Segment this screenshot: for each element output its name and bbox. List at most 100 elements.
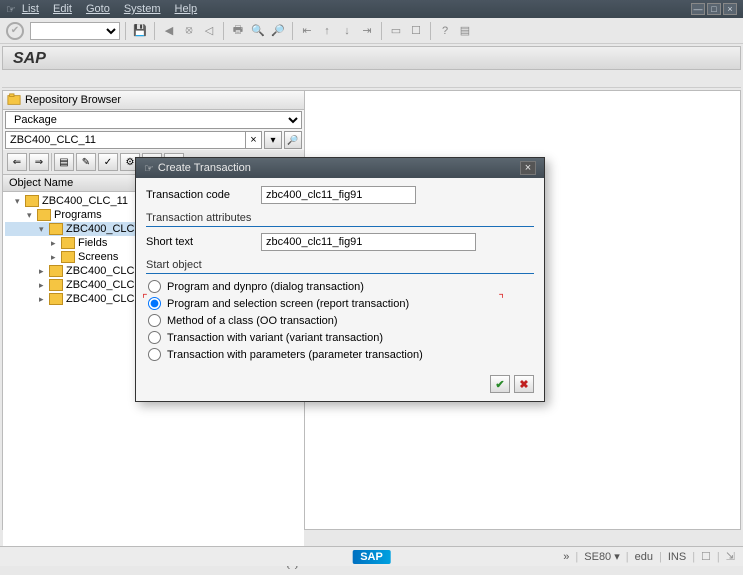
shortcut-icon[interactable]: ☐	[407, 22, 425, 40]
expand-icon[interactable]: ▸	[51, 252, 61, 263]
radio-label: Program and selection screen (report tra…	[167, 298, 409, 310]
repo-browser-header: Repository Browser	[3, 91, 304, 110]
repo-icon	[7, 93, 21, 107]
folder-icon	[61, 251, 75, 263]
tree-node-label: ZBC400_CLC	[66, 279, 134, 291]
start-object-option[interactable]: Program and selection screen (report tra…	[146, 295, 534, 312]
folder-icon	[49, 293, 63, 305]
radio-input[interactable]	[148, 331, 161, 344]
dialog-ok-button[interactable]: ✔	[490, 375, 510, 393]
last-page-icon[interactable]: ⇥	[358, 22, 376, 40]
radio-input[interactable]	[148, 314, 161, 327]
folder-icon	[49, 223, 63, 235]
dialog-title-bar[interactable]: ☞ Create Transaction ×	[136, 158, 544, 178]
tree-node-label: ZBC400_CLC	[66, 223, 134, 235]
radio-input[interactable]	[148, 348, 161, 361]
radio-input[interactable]	[148, 280, 161, 293]
start-object-section: Start object	[146, 259, 534, 274]
save-icon[interactable]: 💾	[131, 22, 149, 40]
command-field[interactable]	[30, 22, 120, 40]
maximize-button[interactable]: □	[707, 3, 721, 15]
status-icon-1[interactable]: ☐	[701, 550, 711, 563]
find-icon[interactable]: 🔍	[249, 22, 267, 40]
sap-logo: SAP	[352, 550, 391, 564]
nav-back-button[interactable]: ⇐	[7, 153, 27, 171]
tree-node-label: Programs	[54, 209, 102, 221]
collapse-icon[interactable]: ▾	[15, 196, 25, 207]
menu-goto[interactable]: Goto	[86, 3, 110, 15]
first-page-icon[interactable]: ⇤	[298, 22, 316, 40]
expand-icon[interactable]: ▸	[39, 280, 49, 291]
find-next-icon[interactable]: 🔎	[269, 22, 287, 40]
enter-button[interactable]: ✔	[6, 22, 24, 40]
folder-icon	[25, 195, 39, 207]
radio-label: Program and dynpro (dialog transaction)	[167, 281, 364, 293]
tree-node-label: ZBC400_CLC_11	[42, 195, 128, 207]
app-toolbar	[2, 72, 741, 88]
attrs-section: Transaction attributes	[146, 212, 534, 227]
start-object-option[interactable]: Method of a class (OO transaction)	[146, 312, 534, 329]
create-transaction-dialog: ☞ Create Transaction × Transaction code …	[135, 157, 545, 402]
nav-btn-3[interactable]: ▤	[54, 153, 74, 171]
start-object-option[interactable]: Transaction with variant (variant transa…	[146, 329, 534, 346]
nav-btn-4[interactable]: ✎	[76, 153, 96, 171]
menu-edit[interactable]: Edit	[53, 3, 72, 15]
menu-system[interactable]: System	[124, 3, 161, 15]
folder-icon	[49, 265, 63, 277]
dropdown-button[interactable]: ▾	[264, 131, 282, 149]
status-icon-2[interactable]: ⇲	[726, 550, 735, 563]
window-icon: ☞	[6, 3, 16, 16]
status-arrows[interactable]: »	[563, 551, 569, 563]
folder-icon	[61, 237, 75, 249]
collapse-icon[interactable]: ▾	[27, 210, 37, 221]
start-object-option[interactable]: Program and dynpro (dialog transaction)	[146, 278, 534, 295]
expand-icon[interactable]: ▸	[39, 294, 49, 305]
dialog-cancel-button[interactable]: ✖	[514, 375, 534, 393]
app-title: SAP	[2, 46, 741, 70]
minimize-button[interactable]: —	[691, 3, 705, 15]
tree-node-label: Fields	[78, 237, 107, 249]
folder-icon	[37, 209, 51, 221]
exit-icon[interactable]: ⦻	[180, 22, 198, 40]
tcode-input[interactable]	[261, 186, 416, 204]
menu-list[interactable]: List	[22, 3, 39, 15]
tcode-label: Transaction code	[146, 189, 261, 201]
standard-toolbar: ✔ 💾 ◀ ⦻ ◁ 🖶 🔍 🔎 ⇤ ↑ ↓ ⇥ ▭ ☐ ? ▤	[0, 18, 743, 44]
prev-page-icon[interactable]: ↑	[318, 22, 336, 40]
help-icon[interactable]: ?	[436, 22, 454, 40]
back-icon[interactable]: ◀	[160, 22, 178, 40]
next-page-icon[interactable]: ↓	[338, 22, 356, 40]
new-session-icon[interactable]: ▭	[387, 22, 405, 40]
tree-node-label: ZBC400_CLC	[66, 265, 134, 277]
tree-node-label: Screens	[78, 251, 118, 263]
cancel-icon[interactable]: ◁	[200, 22, 218, 40]
object-name-input[interactable]	[5, 131, 246, 149]
radio-label: Method of a class (OO transaction)	[167, 315, 338, 327]
menu-help[interactable]: Help	[175, 3, 198, 15]
status-tcode[interactable]: SE80 ▾	[584, 550, 620, 563]
radio-label: Transaction with parameters (parameter t…	[167, 349, 423, 361]
nav-fwd-button[interactable]: ⇒	[29, 153, 49, 171]
clear-input-button[interactable]: ×	[246, 131, 262, 149]
status-bar: SAP » | SE80 ▾ | edu | INS | ☐ | ⇲	[0, 546, 743, 566]
dialog-title: Create Transaction	[158, 162, 251, 174]
collapse-icon[interactable]: ▾	[39, 224, 49, 235]
layout-icon[interactable]: ▤	[456, 22, 474, 40]
close-window-button[interactable]: ×	[723, 3, 737, 15]
display-button[interactable]: 🔎	[284, 131, 302, 149]
dialog-close-button[interactable]: ×	[520, 161, 536, 175]
print-icon[interactable]: 🖶	[229, 22, 247, 40]
expand-icon[interactable]: ▸	[51, 238, 61, 249]
status-user: edu	[635, 551, 653, 563]
short-text-label: Short text	[146, 236, 261, 248]
expand-icon[interactable]: ▸	[39, 266, 49, 277]
radio-input[interactable]	[148, 297, 161, 310]
status-mode: INS	[668, 551, 686, 563]
radio-label: Transaction with variant (variant transa…	[167, 332, 383, 344]
object-type-select[interactable]: Package	[5, 111, 302, 129]
repo-title: Repository Browser	[25, 94, 121, 106]
nav-btn-5[interactable]: ✓	[98, 153, 118, 171]
start-object-option[interactable]: Transaction with parameters (parameter t…	[146, 346, 534, 363]
short-text-input[interactable]	[261, 233, 476, 251]
folder-icon	[49, 279, 63, 291]
